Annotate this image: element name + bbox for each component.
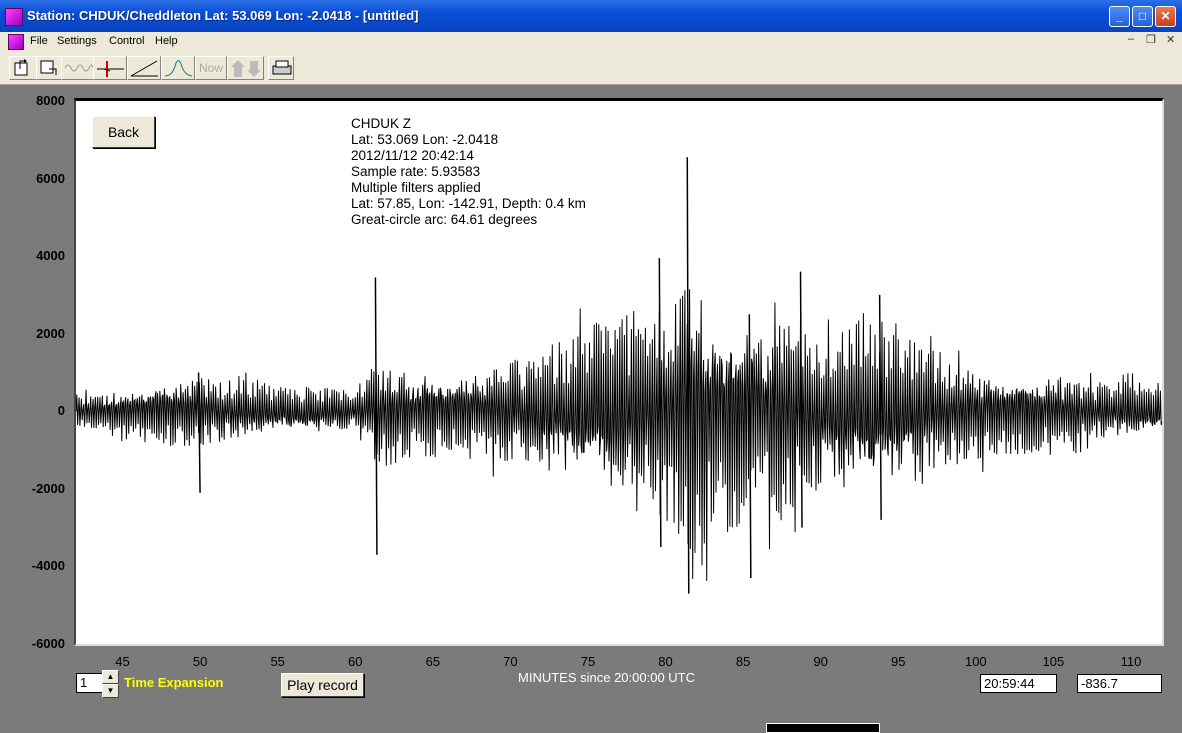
x-tick-label: 100 [964,654,987,669]
x-tick-label: 85 [735,654,751,669]
station-location: Lat: 53.069 Lon: -2.0418 [351,132,499,147]
seismic-trace [76,289,1162,582]
x-tick-label: 105 [1042,654,1065,669]
app-icon [5,8,23,26]
spectrum-button[interactable] [161,56,195,80]
now-button[interactable]: Now [195,56,227,80]
y-tick-label: 6000 [36,170,65,186]
ramp-button[interactable] [127,56,161,80]
print-button[interactable] [268,56,294,80]
sample-rate: Sample rate: 5.93583 [351,164,481,179]
marker-icon [97,61,124,77]
minimize-button[interactable]: _ [1109,6,1130,27]
time-expansion-input[interactable]: 1 [76,673,103,693]
document-icon[interactable] [8,34,24,50]
save-file-icon [40,60,57,75]
y-tick-label: -2000 [31,480,65,496]
trace-spike [748,314,752,579]
menu-file[interactable]: File [30,35,48,47]
save-file-button[interactable] [36,56,62,80]
x-tick-label: 60 [348,654,363,669]
close-button[interactable]: ✕ [1155,6,1176,27]
cursor-time-readout: 20:59:44 [980,674,1057,693]
mdi-restore-button[interactable]: ❐ [1146,33,1156,46]
time-expansion-spinner[interactable]: ▲ ▼ [102,670,119,698]
maximize-button[interactable]: □ [1132,6,1153,27]
trace-spike [374,277,378,555]
station-channel: CHDUK Z [351,116,411,131]
seismogram-plot [74,98,1164,646]
x-tick-label: 110 [1120,654,1142,669]
y-tick-label: 8000 [36,93,65,108]
seismogram-chart [76,157,1162,594]
trace-spike [799,271,803,528]
x-tick-label: 50 [192,654,208,669]
x-axis-label: MINUTES since 20:00:00 UTC [518,670,696,685]
updown-arrows-icon [231,60,261,77]
x-tick-label: 75 [580,654,596,669]
spectrum-icon [164,60,193,77]
event-location: Lat: 57.85, Lon: -142.91, Depth: 0.4 km [351,196,586,211]
x-tick-label: 55 [270,654,285,669]
spin-up-icon[interactable]: ▲ [102,670,119,684]
menu-settings[interactable]: Settings [57,35,97,47]
back-button[interactable]: Back [92,116,155,148]
x-tick-label: 80 [658,654,673,669]
x-tick-label: 95 [891,654,906,669]
wave-filter-button[interactable] [61,56,94,80]
ramp-icon [130,60,158,77]
menu-bar: File Settings Control Help – ❐ ✕ [0,32,1182,52]
wave-icon [64,64,94,72]
now-label: Now [198,61,223,75]
y-tick-label: 4000 [36,248,65,264]
menu-control[interactable]: Control [109,35,144,47]
pick-marker-button[interactable] [93,56,127,80]
time-expansion-label: Time Expansion [124,675,224,690]
open-file-button[interactable] [9,56,37,80]
title-bar: Station: CHDUK/Cheddleton Lat: 53.069 Lo… [0,0,1182,32]
printer-icon [272,60,292,75]
y-tick-label: 2000 [36,325,65,341]
spin-down-icon[interactable]: ▼ [102,684,119,698]
y-tick-label: 0 [57,403,65,419]
trace-spike [878,294,882,520]
play-record-button[interactable]: Play record [281,673,364,697]
x-tick-label: 90 [813,654,828,669]
toolbar: Now [0,52,1182,85]
mdi-close-button[interactable]: ✕ [1166,33,1175,46]
status-strip [766,723,880,733]
scroll-updown-button[interactable] [227,56,264,80]
record-start-time: 2012/11/12 20:42:14 [351,148,474,163]
cursor-value-readout: -836.7 [1077,674,1162,693]
y-tick-label: -6000 [31,636,65,651]
x-tick-label: 65 [425,654,441,669]
menu-help[interactable]: Help [155,35,178,47]
x-tick-label: 45 [115,654,130,669]
x-tick-label: 70 [503,654,518,669]
filter-status: Multiple filters applied [351,180,481,195]
station-info: CHDUK Z Lat: 53.069 Lon: -2.0418 2012/11… [351,116,586,228]
window-title: Station: CHDUK/Cheddleton Lat: 53.069 Lo… [27,8,419,23]
open-file-icon [14,59,28,76]
mdi-minimize-button[interactable]: – [1128,33,1134,45]
great-circle-arc: Great-circle arc: 64.61 degrees [351,212,538,227]
y-tick-label: -4000 [31,558,65,574]
